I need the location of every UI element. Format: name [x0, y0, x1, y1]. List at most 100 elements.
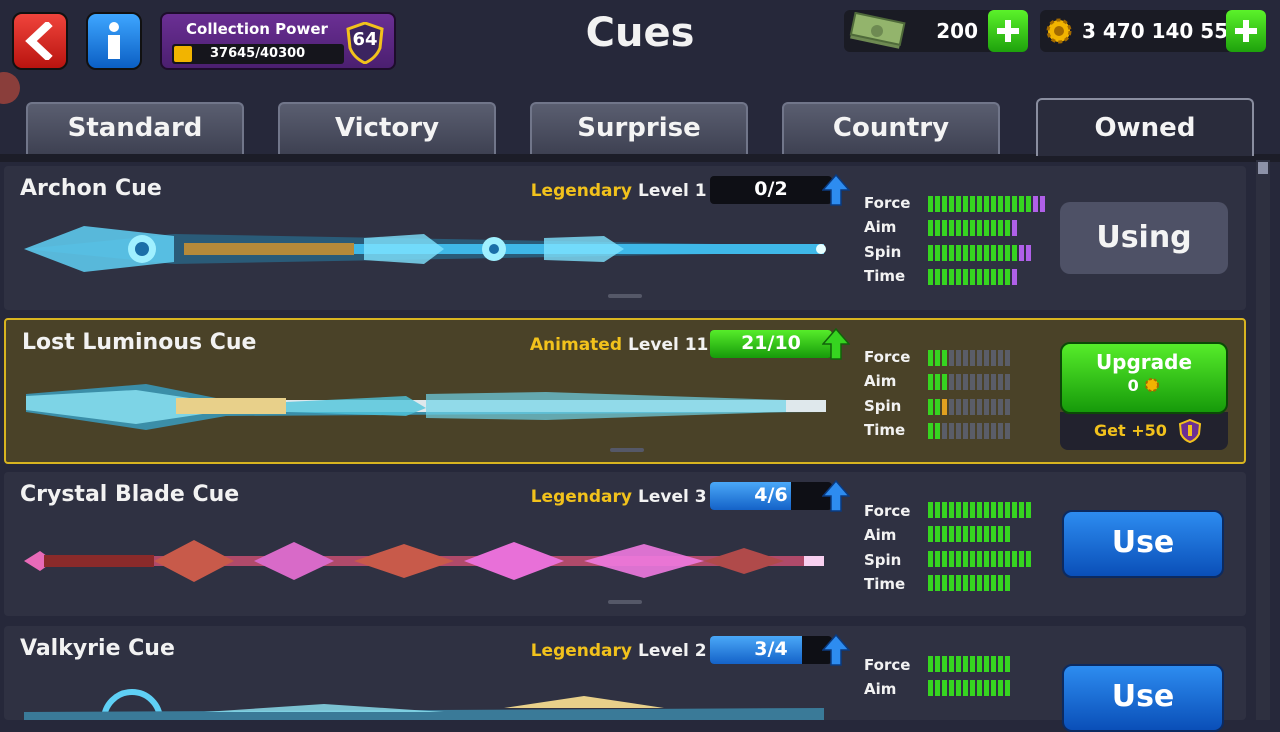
stat-segment [956, 526, 961, 542]
stat-segment [970, 423, 975, 439]
use-button[interactable]: Use [1062, 664, 1224, 732]
add-cash-button[interactable] [988, 10, 1028, 52]
stat-segment [970, 245, 975, 261]
stat-segment [935, 656, 940, 672]
upgrade-arrow-icon [822, 328, 850, 360]
stat-segment [949, 399, 954, 415]
stat-segment [949, 350, 954, 366]
shield-icon [1178, 419, 1202, 443]
stat-segment [942, 374, 947, 390]
upgrade-cost: 0 [1062, 376, 1226, 395]
stat-segment [970, 196, 975, 212]
stat-segment [1005, 245, 1010, 261]
stat-segment [935, 526, 940, 542]
stat-segment [998, 551, 1003, 567]
cue-card-lost-luminous[interactable]: Lost Luminous Cue Animated Level 11 21/1… [4, 318, 1246, 464]
stat-segment [935, 680, 940, 696]
back-arrow-icon [25, 22, 53, 60]
tab-standard[interactable]: Standard [26, 102, 244, 154]
stat-bar-aim [928, 220, 1017, 236]
stat-segment [991, 680, 996, 696]
stat-segment [935, 575, 940, 591]
upgrade-arrow-icon [822, 634, 850, 666]
stat-segment [1012, 196, 1017, 212]
stat-segment [984, 656, 989, 672]
back-button[interactable] [12, 12, 68, 70]
stat-segment [1005, 551, 1010, 567]
stat-segment [928, 269, 933, 285]
cue-card-crystal-blade[interactable]: Crystal Blade Cue Legendary Level 3 4/6 … [4, 472, 1246, 616]
stat-segment [928, 196, 933, 212]
stat-label-force: Force [864, 348, 911, 366]
stat-segment [977, 656, 982, 672]
stat-segment [942, 245, 947, 261]
scroll-thumb[interactable] [1258, 162, 1268, 174]
stat-segment [956, 656, 961, 672]
stat-segment [977, 502, 982, 518]
stat-segment [970, 656, 975, 672]
stat-segment [977, 196, 982, 212]
collection-power-panel[interactable]: Collection Power 37645/40300 64 [160, 12, 396, 70]
stat-segment [942, 269, 947, 285]
stat-segment [977, 245, 982, 261]
info-button[interactable] [86, 12, 142, 70]
stat-segment [935, 245, 940, 261]
stat-segment [970, 399, 975, 415]
stat-segment [998, 350, 1003, 366]
stat-segment [970, 350, 975, 366]
stat-segment [1026, 245, 1031, 261]
upgrade-button[interactable]: Upgrade 0 [1060, 342, 1228, 414]
stat-segment [949, 656, 954, 672]
stat-label-spin: Spin [864, 243, 902, 261]
stat-bar-force [928, 502, 1031, 518]
cue-card-valkyrie[interactable]: Valkyrie Cue Legendary Level 2 3/4 Force… [4, 626, 1246, 732]
stat-label-force: Force [864, 194, 911, 212]
stat-segment [935, 399, 940, 415]
tab-surprise[interactable]: Surprise [530, 102, 748, 154]
stat-segment [984, 526, 989, 542]
stat-segment [928, 220, 933, 236]
stat-bar-time [928, 575, 1010, 591]
stat-segment [1005, 656, 1010, 672]
tab-victory[interactable]: Victory [278, 102, 496, 154]
stat-segment [963, 575, 968, 591]
stat-bar-time [928, 423, 1010, 439]
stat-segment [963, 350, 968, 366]
stat-segment [942, 399, 947, 415]
stat-segment [935, 220, 940, 236]
stat-bar-spin [928, 399, 1010, 415]
stat-segment [970, 220, 975, 236]
stat-segment [998, 399, 1003, 415]
stat-segment [984, 245, 989, 261]
stat-segment [956, 399, 961, 415]
stat-bar-force [928, 350, 1010, 366]
stat-segment [963, 423, 968, 439]
stat-segment [991, 374, 996, 390]
cue-card-archon[interactable]: Archon Cue Legendary Level 1 0/2 Force A… [4, 166, 1246, 310]
stat-segment [956, 551, 961, 567]
bonus-panel[interactable]: Get +50 [1060, 412, 1228, 450]
cue-pieces: 4/6 [754, 484, 788, 506]
stat-label-spin: Spin [864, 397, 902, 415]
scrollbar[interactable] [1256, 160, 1270, 720]
coins-counter: 3 470 140 553 [1040, 10, 1266, 52]
stat-segment [956, 374, 961, 390]
cue-rarity: Legendary [530, 641, 632, 661]
cash-icon [849, 12, 906, 49]
plus-icon [997, 20, 1019, 42]
use-button[interactable]: Use [1062, 510, 1224, 578]
stat-segment [970, 551, 975, 567]
stat-segment [956, 423, 961, 439]
stat-segment [935, 269, 940, 285]
stat-segment [949, 423, 954, 439]
using-button[interactable]: Using [1060, 202, 1228, 274]
stat-segment [942, 423, 947, 439]
stat-bar-force [928, 196, 1045, 212]
tab-country[interactable]: Country [782, 102, 1000, 154]
stat-segment [928, 350, 933, 366]
stat-segment [1005, 350, 1010, 366]
add-coins-button[interactable] [1226, 10, 1266, 52]
stat-segment [956, 196, 961, 212]
tab-owned[interactable]: Owned [1036, 98, 1254, 156]
stat-bar-aim [928, 680, 1010, 696]
